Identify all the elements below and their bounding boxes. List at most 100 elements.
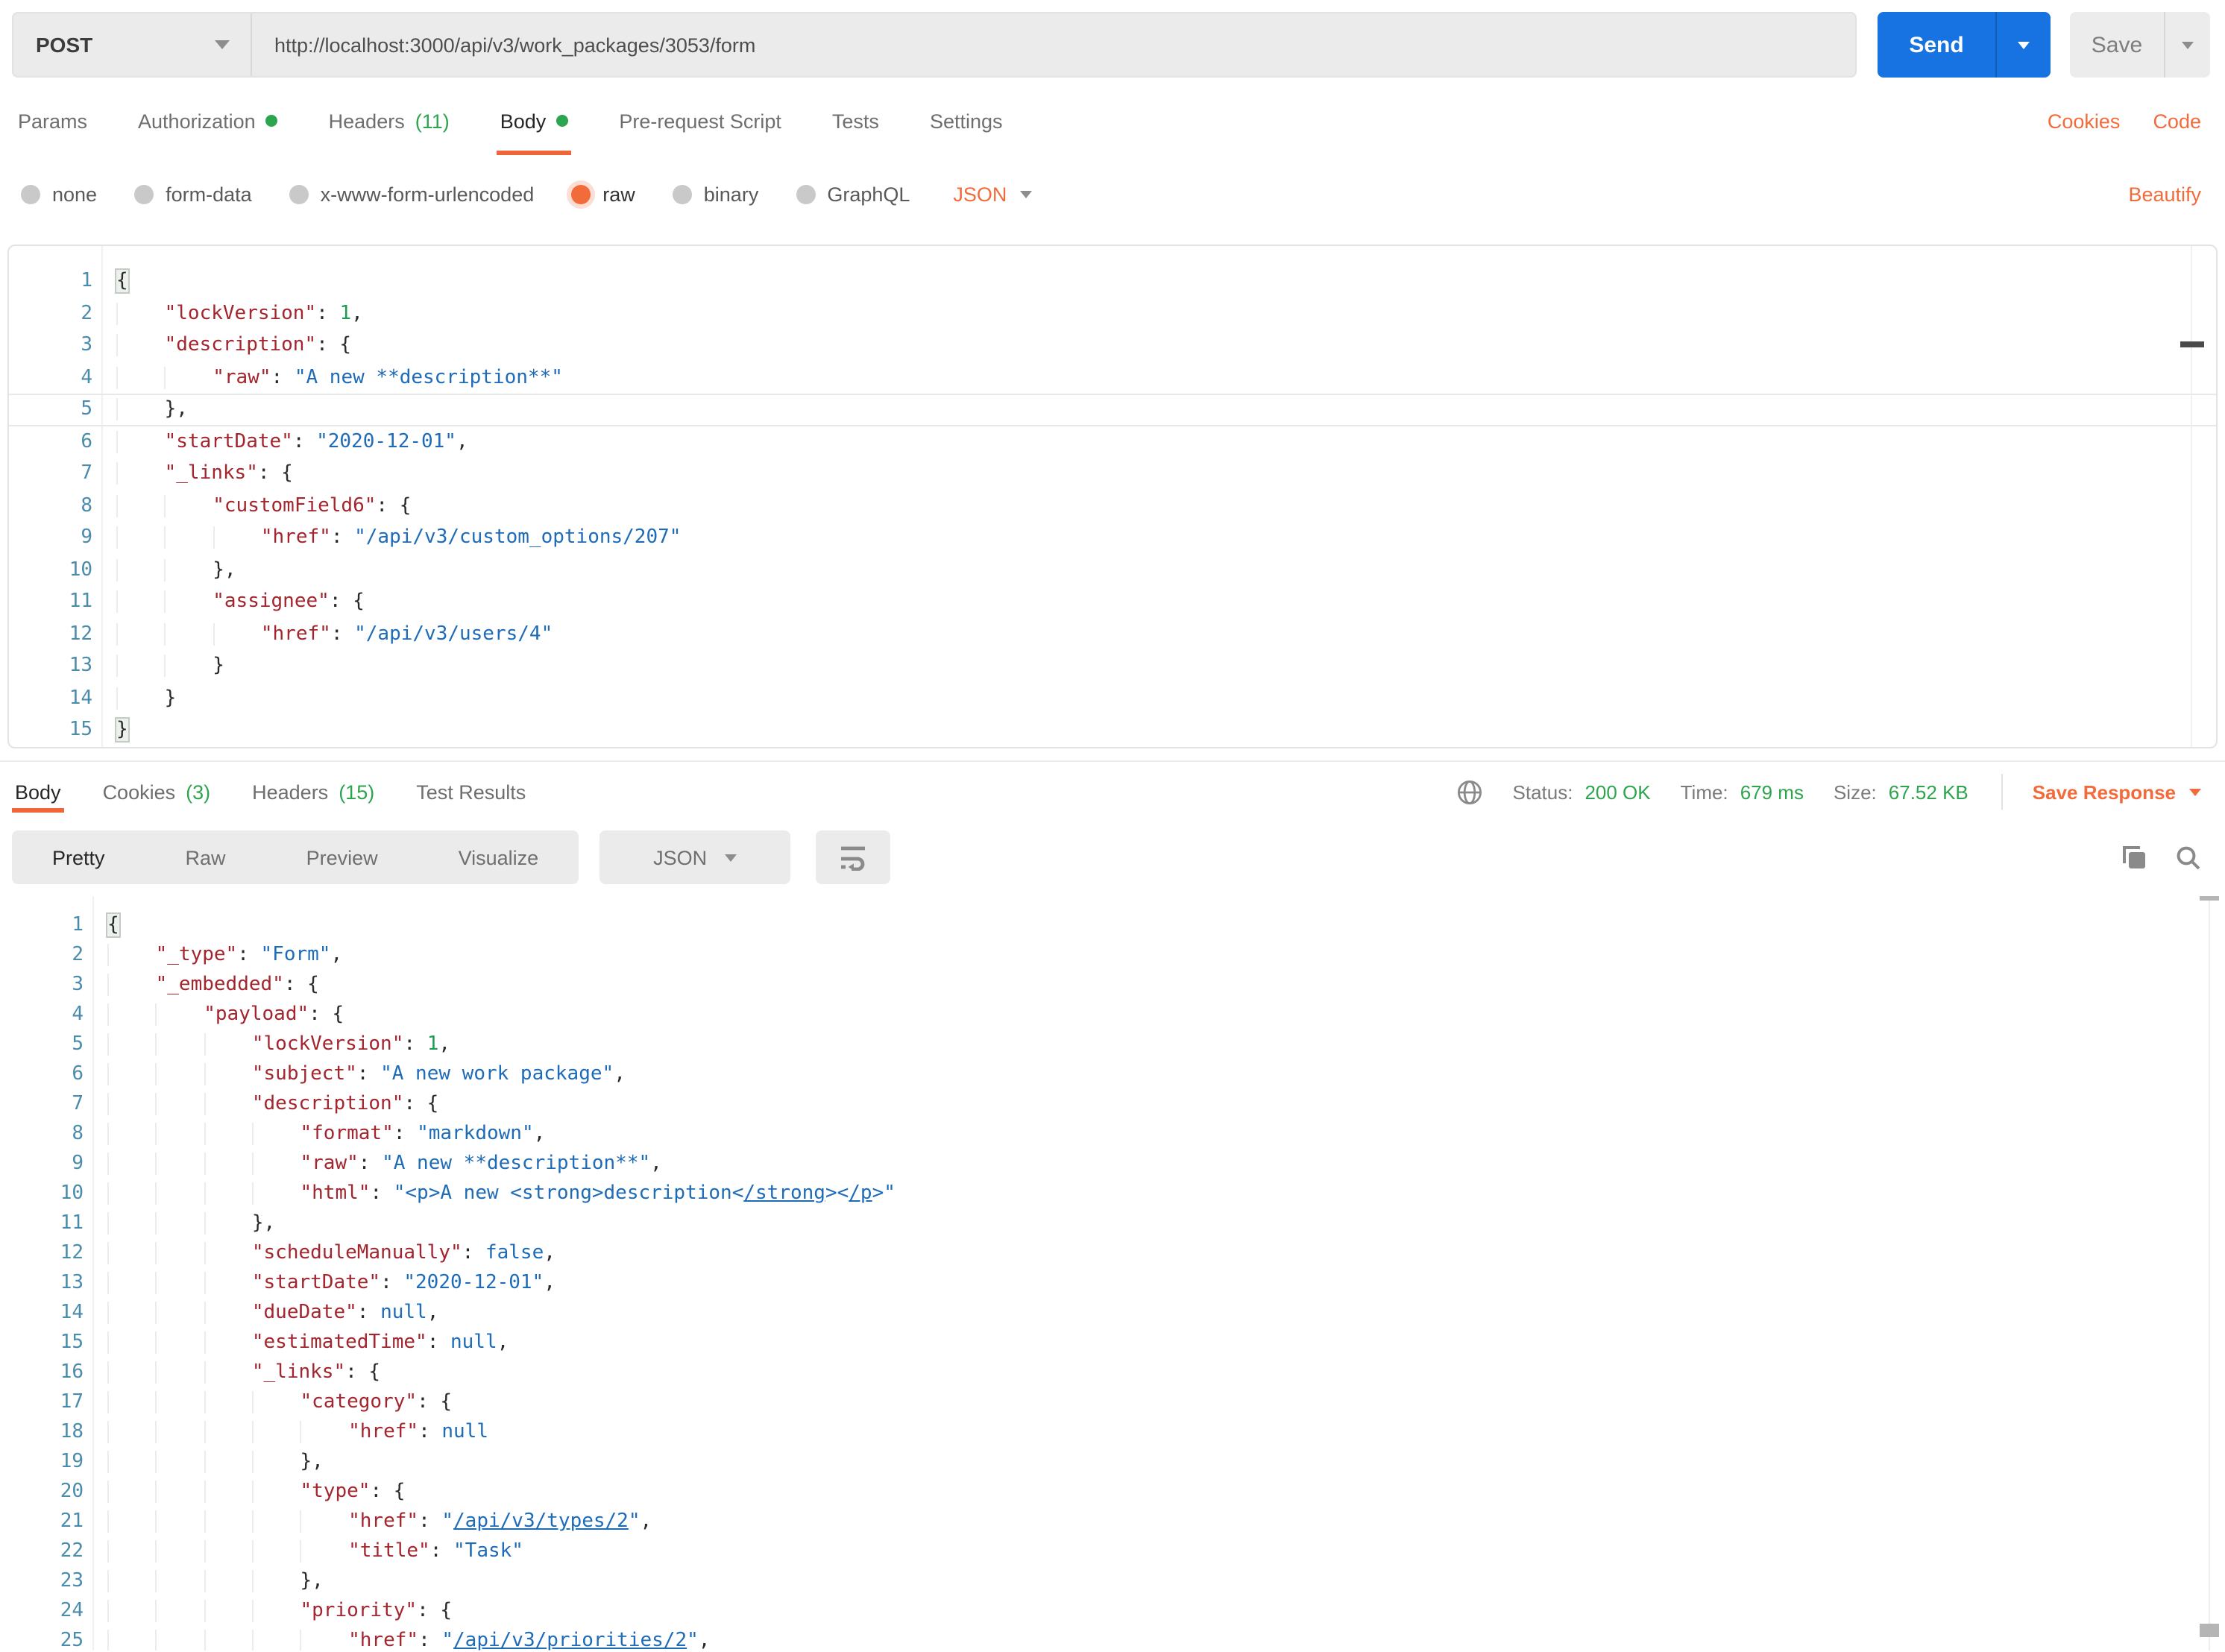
code-line: 17 "category": { [0,1388,2225,1418]
time-value: 679 ms [1740,781,1804,803]
view-visualize[interactable]: Visualize [418,830,579,884]
view-pretty[interactable]: Pretty [12,830,145,884]
radio-label: none [52,183,97,205]
line-number: 3 [0,971,84,1000]
tab-params[interactable]: Params [18,78,87,164]
radio-label: raw [602,183,635,205]
beautify-link[interactable]: Beautify [2128,183,2201,205]
radio-icon [21,184,40,204]
radio-form-data[interactable]: form-data [134,183,252,205]
line-number: 11 [0,1209,84,1239]
line-number: 24 [0,1597,84,1627]
copy-button[interactable] [2122,845,2147,870]
tab-label: Settings [930,110,1003,132]
line-number: 1 [9,265,92,297]
green-dot-icon [266,115,278,127]
code-line: 12 "scheduleManually": false, [0,1239,2225,1269]
line-number: 12 [0,1239,84,1269]
tab-tests[interactable]: Tests [832,78,879,164]
globe-icon [1458,779,1483,804]
line-number: 5 [0,1030,84,1060]
code-line: 5 }, [9,394,2216,426]
code-line: 1{ [9,265,2216,297]
line-number: 10 [0,1179,84,1209]
view-raw[interactable]: Raw [145,830,266,884]
save-label: Save [2092,32,2142,57]
code-line: 4 "payload": { [0,1000,2225,1030]
line-number: 16 [0,1358,84,1388]
save-response-label: Save Response [2033,781,2176,803]
code-link[interactable]: Code [2153,110,2201,132]
code-line: 3 "description": { [9,330,2216,362]
save-button[interactable]: Save [2070,12,2164,78]
save-response-button[interactable]: Save Response [2033,781,2201,803]
tab-label: Body [500,110,547,132]
request-tabs: Params Authorization Headers (11) Body P… [0,78,2225,164]
tab-response-headers[interactable]: Headers (15) [252,762,374,822]
code-line: 19 }, [0,1448,2225,1478]
code-line: 23 }, [0,1567,2225,1597]
url-input[interactable]: http://localhost:3000/api/v3/work_packag… [252,13,1855,76]
response-body-editor[interactable]: 1{2 "_type": "Form",3 "_embedded": {4 "p… [0,896,2225,1651]
code-line: 10 }, [9,554,2216,586]
scrollbar-thumb[interactable] [2200,896,2219,901]
tab-response-body[interactable]: Body [15,762,61,822]
line-number: 7 [9,458,92,490]
code-line: 16 "_links": { [0,1358,2225,1388]
send-label: Send [1909,32,1963,57]
radio-binary[interactable]: binary [673,183,759,205]
view-label: Visualize [459,846,539,868]
radio-graphql[interactable]: GraphQL [796,183,910,205]
chevron-down-icon [2189,788,2201,795]
tab-headers[interactable]: Headers (11) [329,78,450,164]
tab-settings[interactable]: Settings [930,78,1003,164]
line-number: 15 [9,714,92,746]
request-body-editor[interactable]: 1{2 "lockVersion": 1,3 "description": {4… [7,245,2218,748]
tab-body[interactable]: Body [500,78,569,164]
raw-language-select[interactable]: JSON [953,183,1032,205]
line-number: 6 [9,426,92,458]
line-number: 7 [0,1090,84,1120]
language-label: JSON [653,846,707,868]
line-number: 4 [0,1000,84,1030]
tab-response-cookies[interactable]: Cookies (3) [103,762,211,822]
send-button[interactable]: Send [1878,12,1995,78]
tab-authorization[interactable]: Authorization [138,78,278,164]
line-number: 14 [0,1299,84,1328]
green-dot-icon [556,115,568,127]
radio-raw[interactable]: raw [571,183,635,205]
radio-label: binary [704,183,759,205]
code-line: 10 "html": "<p>A new <strong>description… [0,1179,2225,1209]
tab-label: Cookies [103,781,176,803]
save-button-group: Save [2070,12,2210,78]
code-line: 6 "startDate": "2020-12-01", [9,426,2216,458]
chevron-down-icon [2182,41,2194,48]
tab-test-results[interactable]: Test Results [416,762,526,822]
cookies-link[interactable]: Cookies [2048,110,2121,132]
response-language-select[interactable]: JSON [599,830,790,884]
line-number: 20 [0,1478,84,1507]
code-line: 8 "customField6": { [9,490,2216,522]
tab-label: Headers [252,781,328,803]
radio-label: GraphQL [827,183,910,205]
radio-x-www-form-urlencoded[interactable]: x-www-form-urlencoded [289,183,535,205]
save-options-button[interactable] [2164,12,2210,78]
method-select[interactable]: POST [13,13,252,76]
line-number: 13 [0,1269,84,1299]
wrap-text-button[interactable] [816,830,890,884]
radio-icon [796,184,815,204]
code-line: 14 "dueDate": null, [0,1299,2225,1328]
view-preview[interactable]: Preview [266,830,418,884]
url-text: http://localhost:3000/api/v3/work_packag… [274,34,755,56]
method-label: POST [36,33,92,57]
tab-label: Headers [329,110,405,132]
search-button[interactable] [2176,845,2201,870]
radio-label: x-www-form-urlencoded [321,183,535,205]
tab-pre-request-script[interactable]: Pre-request Script [619,78,781,164]
code-line: 7 "_links": { [9,458,2216,490]
method-url-group: POST http://localhost:3000/api/v3/work_p… [12,12,1857,78]
language-label: JSON [953,183,1007,205]
status-label: Status: [1513,781,1573,803]
radio-none[interactable]: none [21,183,97,205]
send-options-button[interactable] [1995,12,2051,78]
